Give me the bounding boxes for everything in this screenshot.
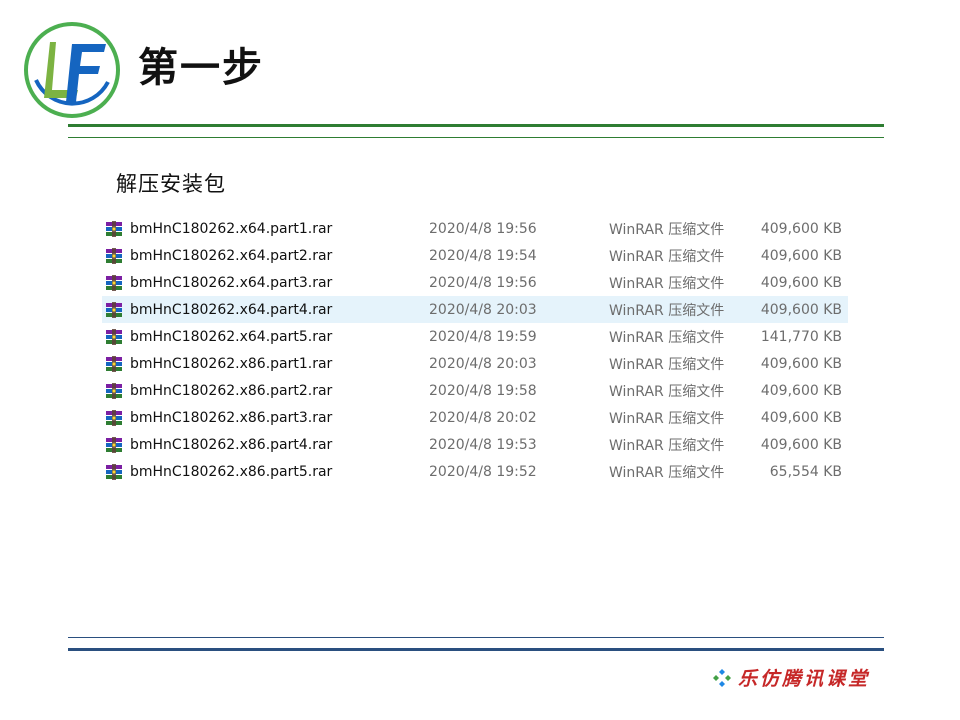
winrar-archive-icon <box>104 274 124 292</box>
file-row[interactable]: bmHnC180262.x64.part5.rar 2020/4/8 19:59 W… <box>102 323 848 350</box>
file-type: WinRAR 压缩文件 <box>609 302 725 319</box>
file-size: 409,600 KB <box>760 382 842 399</box>
file-name: bmHnC180262.x86.part1.rar <box>130 355 333 372</box>
file-size: 409,600 KB <box>760 301 842 318</box>
file-type: WinRAR 压缩文件 <box>609 464 725 481</box>
file-date: 2020/4/8 19:59 <box>429 328 537 345</box>
page-title: 第一步 <box>138 45 264 91</box>
footer-brand: 乐仿腾讯课堂 <box>712 664 870 691</box>
file-size: 141,770 KB <box>760 328 842 345</box>
file-row[interactable]: bmHnC180262.x64.part1.rar 2020/4/8 19:56 W… <box>102 215 848 242</box>
file-size: 409,600 KB <box>760 220 842 237</box>
file-name: bmHnC180262.x64.part1.rar <box>130 220 333 237</box>
file-type: WinRAR 压缩文件 <box>609 383 725 400</box>
top-divider-thin <box>68 137 884 138</box>
file-size: 409,600 KB <box>760 247 842 264</box>
file-name: bmHnC180262.x86.part4.rar <box>130 436 333 453</box>
file-date: 2020/4/8 19:54 <box>429 247 537 264</box>
winrar-archive-icon <box>104 301 124 319</box>
winrar-archive-icon <box>104 328 124 346</box>
lf-logo: LF <box>22 20 120 118</box>
brand-name: 乐仿腾讯课堂 <box>738 668 871 690</box>
file-type: WinRAR 压缩文件 <box>609 410 725 427</box>
file-size: 65,554 KB <box>769 463 842 480</box>
file-date: 2020/4/8 19:56 <box>429 274 537 291</box>
file-row[interactable]: bmHnC180262.x64.part2.rar 2020/4/8 19:54 W… <box>102 242 848 269</box>
file-name: bmHnC180262.x64.part2.rar <box>130 247 333 264</box>
file-name: bmHnC180262.x64.part3.rar <box>130 274 333 291</box>
section-subtitle: 解压安装包 <box>116 172 226 196</box>
file-date: 2020/4/8 19:58 <box>429 382 537 399</box>
file-list: bmHnC180262.x64.part1.rar 2020/4/8 19:56 W… <box>102 215 848 485</box>
file-name: bmHnC180262.x86.part3.rar <box>130 409 333 426</box>
file-date: 2020/4/8 20:03 <box>429 355 537 372</box>
winrar-archive-icon <box>104 382 124 400</box>
file-name: bmHnC180262.x86.part2.rar <box>130 382 333 399</box>
file-type: WinRAR 压缩文件 <box>609 437 725 454</box>
file-type: WinRAR 压缩文件 <box>609 356 725 373</box>
file-size: 409,600 KB <box>760 355 842 372</box>
file-type: WinRAR 压缩文件 <box>609 329 725 346</box>
four-diamond-icon <box>713 668 731 687</box>
file-date: 2020/4/8 19:53 <box>429 436 537 453</box>
file-date: 2020/4/8 20:02 <box>429 409 537 426</box>
file-row[interactable]: bmHnC180262.x86.part3.rar 2020/4/8 20:02 W… <box>102 404 848 431</box>
file-type: WinRAR 压缩文件 <box>609 221 725 238</box>
file-date: 2020/4/8 20:03 <box>429 301 537 318</box>
file-size: 409,600 KB <box>760 274 842 291</box>
winrar-archive-icon <box>104 247 124 265</box>
logo-text: LF <box>22 20 24 21</box>
file-name: bmHnC180262.x64.part4.rar <box>130 301 333 318</box>
file-row[interactable]: bmHnC180262.x86.part1.rar 2020/4/8 20:03 W… <box>102 350 848 377</box>
file-size: 409,600 KB <box>760 409 842 426</box>
file-row[interactable]: bmHnC180262.x86.part2.rar 2020/4/8 19:58 W… <box>102 377 848 404</box>
file-type: WinRAR 压缩文件 <box>609 248 725 265</box>
file-type: WinRAR 压缩文件 <box>609 275 725 292</box>
winrar-archive-icon <box>104 409 124 427</box>
file-row[interactable]: bmHnC180262.x86.part4.rar 2020/4/8 19:53 W… <box>102 431 848 458</box>
bottom-divider-thin <box>68 637 884 638</box>
winrar-archive-icon <box>104 436 124 454</box>
winrar-archive-icon <box>104 355 124 373</box>
winrar-archive-icon <box>104 463 124 481</box>
file-date: 2020/4/8 19:56 <box>429 220 537 237</box>
file-name: bmHnC180262.x86.part5.rar <box>130 463 333 480</box>
winrar-archive-icon <box>104 220 124 238</box>
file-size: 409,600 KB <box>760 436 842 453</box>
top-divider <box>68 124 884 127</box>
bottom-divider <box>68 648 884 651</box>
file-row[interactable]: bmHnC180262.x64.part4.rar 2020/4/8 20:03 W… <box>102 296 848 323</box>
file-row[interactable]: bmHnC180262.x86.part5.rar 2020/4/8 19:52 W… <box>102 458 848 485</box>
file-date: 2020/4/8 19:52 <box>429 463 537 480</box>
file-name: bmHnC180262.x64.part5.rar <box>130 328 333 345</box>
file-row[interactable]: bmHnC180262.x64.part3.rar 2020/4/8 19:56 W… <box>102 269 848 296</box>
